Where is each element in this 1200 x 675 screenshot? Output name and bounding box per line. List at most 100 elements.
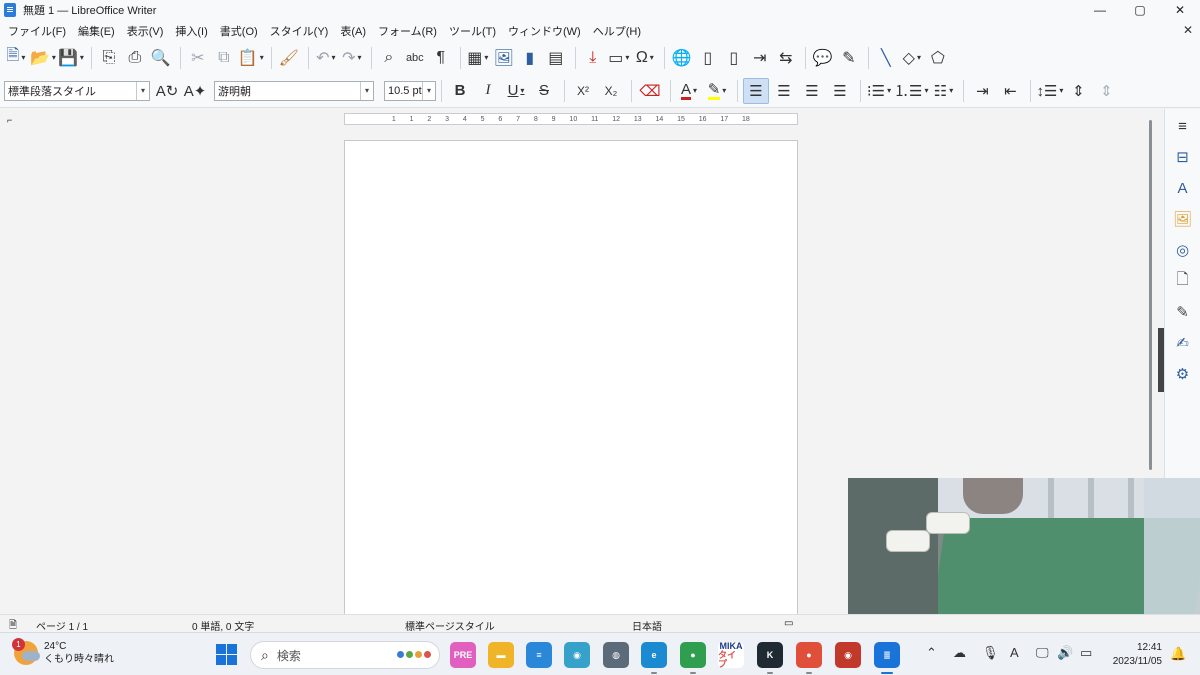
menu-styles[interactable]: スタイル(Y) (264, 23, 335, 39)
endnote-icon[interactable]: ▯ (722, 45, 746, 71)
save-icon[interactable]: 💾 ▾ (58, 45, 84, 71)
copilot-icon[interactable]: PRE (450, 642, 476, 668)
network-icon[interactable]: 🖵 (1036, 645, 1049, 661)
ime-mode-icon[interactable]: A (1010, 645, 1019, 660)
hyperlink-icon[interactable]: 🌐 (670, 45, 694, 71)
insert-textbox-icon[interactable]: ▤ (544, 45, 568, 71)
menu-form[interactable]: フォーム(R) (372, 23, 443, 39)
paste-icon[interactable]: 📋 ▾ (238, 45, 264, 71)
menu-tools[interactable]: ツール(T) (443, 23, 502, 39)
new-style-icon[interactable]: A✦ (182, 78, 208, 104)
menu-view[interactable]: 表示(V) (121, 23, 170, 39)
font-size-select[interactable]: 10.5 pt ▾ (384, 80, 436, 101)
page-count[interactable]: ページ 1 / 1 (36, 618, 88, 633)
spelling-icon[interactable]: abc (403, 45, 427, 71)
insert-field-icon[interactable]: ▭ ▾ (607, 45, 631, 71)
redo-icon[interactable]: ↷ ▾ (340, 45, 364, 71)
show-hidden-icons-chevron[interactable]: ⌃ (926, 645, 937, 661)
basic-shapes-icon[interactable]: ◇ ▾ (900, 45, 924, 71)
word-count[interactable]: 0 単語, 0 文字 (192, 618, 254, 633)
insert-chart-icon[interactable]: ▮ (518, 45, 542, 71)
clone-formatting-icon[interactable]: 🖌 (277, 45, 301, 71)
superscript-button[interactable]: X² (570, 78, 596, 104)
new-document-icon[interactable]: 🗎 ▾ (4, 45, 28, 71)
paragraph-style-select[interactable]: 標準段落スタイル ▾ (4, 80, 150, 101)
bookmark-icon[interactable]: ⇥ (748, 45, 772, 71)
minimize-button[interactable]: — (1080, 0, 1120, 20)
line-spacing-button[interactable]: ↕☰ ▾ (1036, 78, 1063, 104)
menu-help[interactable]: ヘルプ(H) (587, 23, 647, 39)
clear-formatting-icon[interactable]: ⌫ (637, 78, 663, 104)
increase-paragraph-spacing-button[interactable]: ⇕ (1065, 78, 1091, 104)
design-icon[interactable]: ⚙ (1172, 363, 1194, 385)
k-app-icon[interactable]: K (757, 642, 783, 674)
subscript-button[interactable]: X₂ (598, 78, 624, 104)
cross-reference-icon[interactable]: ⇆ (774, 45, 798, 71)
outline-list-button[interactable]: ☷ ▾ (930, 78, 956, 104)
menu-format[interactable]: 書式(O) (214, 23, 264, 39)
open-folder-icon[interactable]: 📂 ▾ (30, 45, 56, 71)
justify-button[interactable]: ☰ (827, 78, 853, 104)
print-preview-icon[interactable]: 🔍 (149, 45, 173, 71)
undo-icon[interactable]: ↶ ▾ (314, 45, 338, 71)
print-icon[interactable]: ⎙ (123, 45, 147, 71)
menu-edit[interactable]: 編集(E) (72, 23, 121, 39)
notification-bell-icon[interactable]: 🔔 (1170, 646, 1186, 662)
font-name-select[interactable]: 游明朝 ▾ (214, 80, 374, 101)
copy-icon[interactable]: ⧉ (212, 45, 236, 71)
libreoffice-writer-icon[interactable]: ≣ (874, 642, 900, 674)
vertical-scrollbar[interactable] (1149, 120, 1152, 470)
update-style-icon[interactable]: A↻ (154, 78, 180, 104)
highlight-color-button[interactable]: ✎ ▾ (704, 78, 730, 104)
menu-window[interactable]: ウィンドウ(W) (502, 23, 587, 39)
ordered-list-button[interactable]: ⒈☰ ▾ (894, 78, 928, 104)
language[interactable]: 日本語 (632, 618, 662, 633)
page-icon[interactable]: 🗋 (1172, 270, 1194, 292)
formatting-marks-icon[interactable]: ¶ (429, 45, 453, 71)
cut-icon[interactable]: ✂ (186, 45, 210, 71)
battery-icon[interactable]: ▭ (1080, 645, 1092, 661)
align-right-button[interactable]: ☰ (799, 78, 825, 104)
increase-indent-button[interactable]: ⇥ (969, 78, 995, 104)
edge-icon[interactable]: e (641, 642, 667, 674)
recorder-icon[interactable]: ◉ (835, 642, 861, 668)
footnote-icon[interactable]: ▯ (696, 45, 720, 71)
align-left-button[interactable]: ☰ (743, 77, 769, 104)
page-style[interactable]: 標準ページスタイル (405, 618, 495, 633)
strikethrough-button[interactable]: S (531, 78, 557, 104)
navigator-icon[interactable]: ◎ (1172, 239, 1194, 261)
properties-icon[interactable]: ⊟ (1172, 146, 1194, 168)
track-changes-icon[interactable]: ✎ (837, 45, 861, 71)
insert-line-icon[interactable]: ╲ (874, 45, 898, 71)
export-pdf-icon[interactable]: ⎘ (97, 45, 121, 71)
close-button[interactable]: ✕ (1160, 0, 1200, 20)
font-color-button[interactable]: A ▾ (676, 78, 702, 104)
paint-icon[interactable]: ◉ (564, 642, 590, 668)
decrease-paragraph-spacing-button[interactable]: ⇕ (1093, 78, 1119, 104)
taskbar-search-box[interactable]: ⌕ 検索 (250, 641, 440, 669)
unordered-list-button[interactable]: ⁝☰ ▾ (866, 78, 892, 104)
style-inspector-icon[interactable]: ✎ (1172, 301, 1194, 323)
underline-button[interactable]: U ▾ (503, 78, 529, 104)
insert-image-icon[interactable]: 🖼 (492, 45, 516, 71)
camera-icon[interactable]: ◍ (603, 642, 629, 668)
taskbar-clock[interactable]: 12:41 2023/11/05 (1104, 641, 1162, 669)
italic-button[interactable]: I (475, 78, 501, 104)
menu-insert[interactable]: 挿入(I) (169, 23, 213, 39)
file-explorer-icon[interactable]: ▬ (488, 642, 514, 668)
comment-icon[interactable]: 💬 (811, 45, 835, 71)
align-center-button[interactable]: ☰ (771, 78, 797, 104)
notepad-icon[interactable]: ≡ (526, 642, 552, 668)
volume-icon[interactable]: 🔊 (1057, 645, 1073, 661)
weather-widget[interactable]: 1 24°C くもり時々晴れ (12, 638, 114, 666)
styles-icon[interactable]: A (1172, 177, 1194, 199)
mika-typing-icon[interactable]: MIKA タイプ (718, 641, 744, 668)
maximize-button[interactable]: ▢ (1120, 0, 1160, 20)
insert-page-break-icon[interactable]: ⤓ (581, 45, 605, 71)
start-button[interactable] (216, 644, 237, 665)
draw-functions-icon[interactable]: ⬠ (926, 45, 950, 71)
insert-table-icon[interactable]: ▦ ▾ (466, 45, 490, 71)
manage-changes-icon[interactable]: ✍ (1172, 332, 1194, 354)
document-page[interactable] (344, 140, 798, 620)
find-replace-icon[interactable]: ⌕ (377, 45, 401, 71)
